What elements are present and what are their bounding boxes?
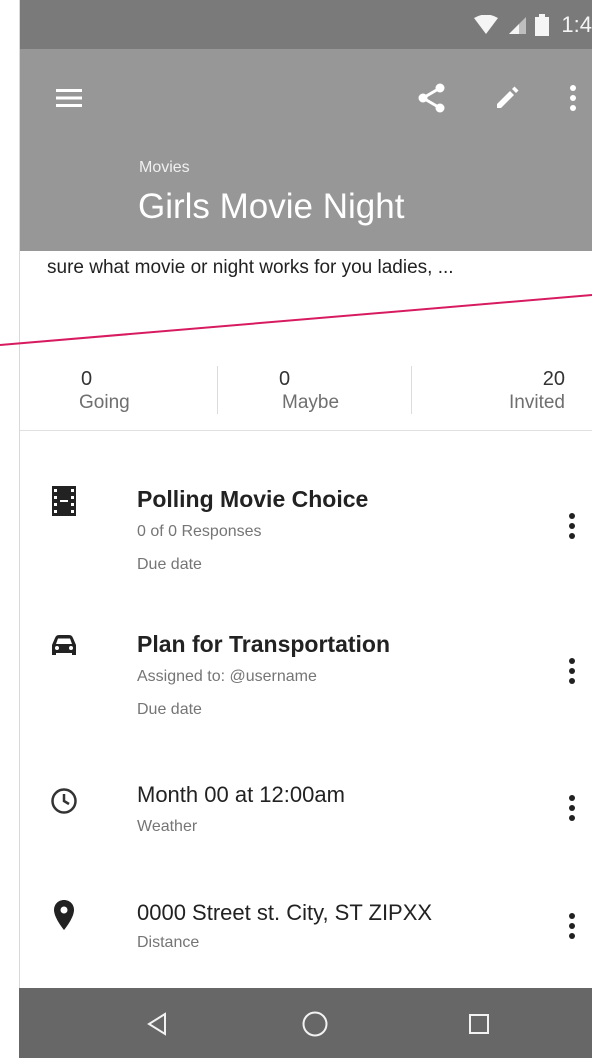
stat-maybe[interactable]: 0 Maybe — [279, 368, 419, 414]
stat-invited[interactable]: 20 Invited — [479, 368, 565, 414]
status-bar: 1:4 — [19, 0, 592, 49]
car-icon — [43, 625, 85, 667]
left-margin — [0, 0, 20, 988]
item-title: Month 00 at 12:00am — [137, 782, 345, 807]
item-subtitle: Distance — [137, 934, 200, 951]
recents-icon[interactable] — [457, 1002, 501, 1046]
more-vert-icon[interactable] — [560, 506, 584, 546]
system-nav-bar — [19, 988, 592, 1058]
more-vert-icon[interactable] — [560, 906, 584, 946]
app-bar: Movies Girls Movie Night — [19, 49, 592, 251]
event-description[interactable]: sure what movie or night works for you l… — [19, 251, 592, 301]
more-vert-icon[interactable] — [560, 788, 584, 828]
menu-icon[interactable] — [49, 78, 89, 118]
share-icon[interactable] — [412, 78, 452, 118]
going-count: 0 — [81, 368, 93, 390]
location-pin-icon — [43, 894, 85, 936]
event-category: Movies — [139, 159, 190, 176]
item-title: Plan for Transportation — [137, 631, 391, 657]
clock-icon — [43, 780, 85, 822]
item-subtitle: 0 of 0 Responses — [137, 523, 262, 540]
stat-going[interactable]: 0 Going — [79, 368, 219, 414]
rsvp-stats: 0 Going 0 Maybe 20 Invited — [19, 340, 592, 431]
maybe-count: 0 — [279, 368, 291, 390]
list-item-polling-movie[interactable]: Polling Movie Choice 0 of 0 Responses Du… — [19, 470, 592, 590]
invited-label: Invited — [509, 392, 565, 413]
more-vert-icon[interactable] — [553, 78, 592, 118]
list-item-datetime[interactable]: Month 00 at 12:00am Weather — [19, 770, 592, 860]
more-vert-icon[interactable] — [560, 651, 584, 691]
wifi-icon — [474, 14, 499, 34]
maybe-label: Maybe — [282, 392, 340, 413]
item-subtitle: Assigned to: @username — [137, 668, 317, 685]
stat-divider — [411, 366, 412, 414]
status-icons: 1:4 — [473, 0, 592, 49]
going-label: Going — [79, 392, 130, 413]
item-due-date: Due date — [137, 701, 202, 718]
item-title: Polling Movie Choice — [137, 486, 369, 512]
description-text: sure what movie or night works for you l… — [47, 257, 454, 278]
home-icon[interactable] — [293, 1002, 337, 1046]
list-item-transportation[interactable]: Plan for Transportation Assigned to: @us… — [19, 615, 592, 735]
item-due-date: Due date — [137, 556, 202, 573]
invited-count: 20 — [542, 368, 565, 390]
back-icon[interactable] — [135, 1002, 179, 1046]
signal-icon — [509, 16, 527, 34]
list-item-location[interactable]: 0000 Street st. City, ST ZIPXX Distance — [19, 890, 592, 980]
event-title: Girls Movie Night — [138, 187, 405, 226]
battery-icon — [535, 13, 550, 36]
item-subtitle: Weather — [137, 818, 198, 835]
edit-pencil-icon[interactable] — [487, 78, 527, 118]
stat-divider — [217, 366, 218, 414]
status-time: 1:4 — [561, 11, 592, 37]
film-icon — [43, 480, 85, 522]
item-title: 0000 Street st. City, ST ZIPXX — [137, 900, 433, 925]
